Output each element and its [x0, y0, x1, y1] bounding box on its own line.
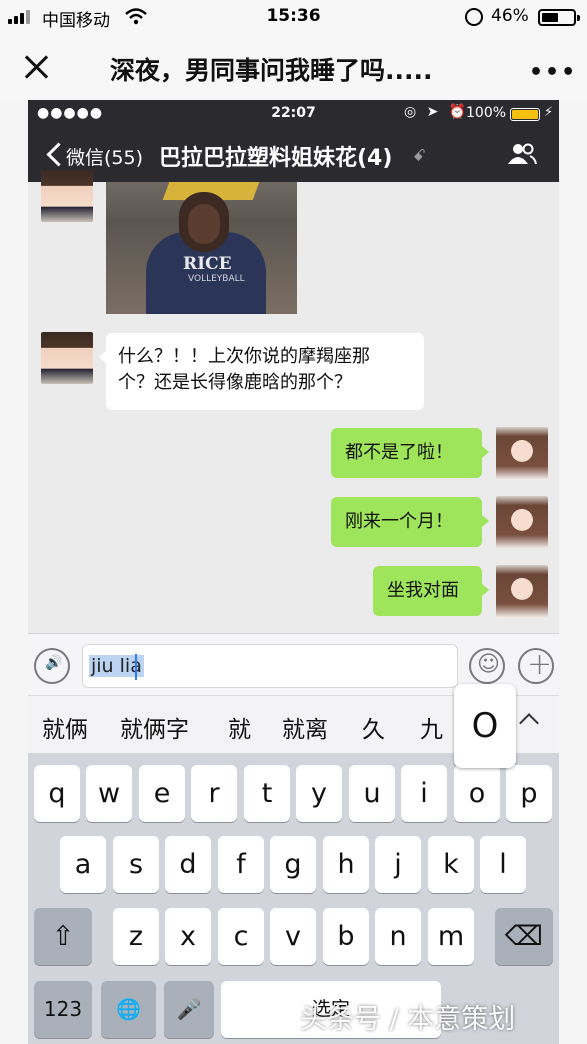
key-v[interactable]: v	[270, 908, 316, 965]
key-h[interactable]: h	[323, 836, 369, 893]
numbers-key[interactable]: 123	[34, 981, 92, 1038]
message-text: 个？还是长得像鹿晗的那个？	[118, 372, 352, 393]
key-y[interactable]: y	[296, 765, 342, 822]
key-z[interactable]: z	[113, 908, 159, 965]
charging-icon: ⚡	[544, 105, 554, 120]
back-button[interactable]: 微信(55)	[66, 143, 143, 170]
candidate-item[interactable]: 九	[420, 710, 443, 744]
article-header: 深夜，男同事问我睡了吗..... •••	[0, 34, 587, 100]
key-e[interactable]: e	[139, 765, 185, 822]
shirt-subtext: VOLLEYBALL	[188, 274, 245, 284]
battery-icon	[538, 9, 580, 26]
my-avatar[interactable]	[496, 496, 548, 548]
message-input[interactable]: jiu lia	[82, 644, 458, 688]
key-j[interactable]: j	[375, 836, 421, 893]
key-n[interactable]: n	[375, 908, 421, 965]
candidate-item[interactable]: 就俩	[42, 710, 88, 744]
key-c[interactable]: c	[218, 908, 264, 965]
outer-status-bar: 中国移动 15:36 46%	[0, 0, 587, 34]
emoji-icon: ☺	[477, 652, 500, 677]
message-bubble[interactable]: 都不是了啦！	[331, 428, 489, 478]
key-k[interactable]: k	[428, 836, 474, 893]
chat-screenshot: ●●●●● 22:07 ◎ ➤ ⏰ 100% ⚡ 微信(55) 巴拉巴拉塑料姐妹…	[28, 100, 559, 1044]
message-text: 什么？！！上次你说的摩羯座那	[118, 346, 370, 367]
sender-avatar[interactable]	[41, 170, 93, 222]
candidate-item[interactable]: 就离	[282, 710, 328, 744]
plus-icon: +	[527, 647, 553, 682]
chat-title: 巴拉巴拉塑料姐妹花(4)	[159, 146, 393, 171]
text-caret	[135, 654, 137, 680]
message-text: 都不是了啦！	[345, 442, 453, 463]
candidate-item[interactable]: 就	[228, 710, 251, 744]
key-t[interactable]: t	[244, 765, 290, 822]
inner-battery-percent: 100%	[466, 105, 507, 121]
message-text: 刚来一个月！	[345, 511, 453, 532]
key-o[interactable]: o	[454, 765, 500, 822]
key-i[interactable]: i	[401, 765, 447, 822]
battery-percent: 46%	[491, 6, 529, 26]
key-g[interactable]: g	[270, 836, 316, 893]
my-avatar[interactable]	[496, 427, 548, 479]
close-icon[interactable]	[20, 50, 54, 84]
key-m[interactable]: m	[428, 908, 474, 965]
candidate-item[interactable]: 久	[362, 710, 385, 744]
rotation-lock-icon	[465, 8, 483, 26]
mute-icon: ꗃ	[413, 146, 426, 165]
message-text: 坐我对面	[387, 580, 459, 601]
delete-key[interactable]: ⌫	[495, 908, 553, 965]
mic-icon[interactable]: 🎤	[164, 981, 214, 1038]
group-members-icon[interactable]	[507, 142, 537, 166]
key-b[interactable]: b	[323, 908, 369, 965]
sender-avatar[interactable]	[41, 332, 93, 384]
key-l[interactable]: l	[480, 836, 526, 893]
back-icon[interactable]	[44, 141, 64, 167]
key-popup: O	[454, 684, 516, 768]
more-actions-button[interactable]: +	[518, 647, 554, 684]
voice-icon: 🔊	[45, 655, 63, 671]
key-f[interactable]: f	[218, 836, 264, 893]
expand-candidates-icon[interactable]	[519, 713, 539, 733]
key-q[interactable]: q	[34, 765, 80, 822]
message-bubble[interactable]: 什么？！！上次你说的摩羯座那 个？还是长得像鹿晗的那个？	[99, 333, 424, 410]
key-s[interactable]: s	[113, 836, 159, 893]
globe-icon[interactable]: 🌐	[101, 981, 156, 1038]
key-r[interactable]: r	[191, 765, 237, 822]
message-bubble[interactable]: 刚来一个月！	[331, 497, 489, 547]
article-title: 深夜，男同事问我睡了吗.....	[110, 56, 433, 85]
chat-header: 微信(55) 巴拉巴拉塑料姐妹花(4) ꗃ	[28, 128, 559, 182]
voice-input-button[interactable]: 🔊	[34, 648, 70, 684]
key-a[interactable]: a	[60, 836, 106, 893]
inner-status-bar: ●●●●● 22:07 ◎ ➤ ⏰ 100% ⚡	[28, 100, 559, 128]
my-avatar[interactable]	[496, 565, 548, 617]
message-bubble[interactable]: 坐我对面	[373, 566, 489, 616]
status-icons: ◎ ➤ ⏰	[404, 104, 470, 120]
watermark: 头条号 / 本意策划	[300, 1004, 516, 1035]
image-message[interactable]: RICE VOLLEYBALL	[106, 182, 297, 314]
key-x[interactable]: x	[165, 908, 211, 965]
more-options-icon[interactable]: •••	[529, 60, 577, 85]
key-u[interactable]: u	[349, 765, 395, 822]
candidate-item[interactable]: 就俩字	[120, 710, 189, 744]
emoji-button[interactable]: ☺	[469, 648, 505, 684]
shirt-text: RICE	[183, 254, 232, 274]
key-w[interactable]: w	[86, 765, 132, 822]
shift-key[interactable]: ⇧	[34, 908, 92, 965]
key-p[interactable]: p	[506, 765, 552, 822]
key-d[interactable]: d	[165, 836, 211, 893]
inner-battery-icon	[510, 108, 540, 121]
